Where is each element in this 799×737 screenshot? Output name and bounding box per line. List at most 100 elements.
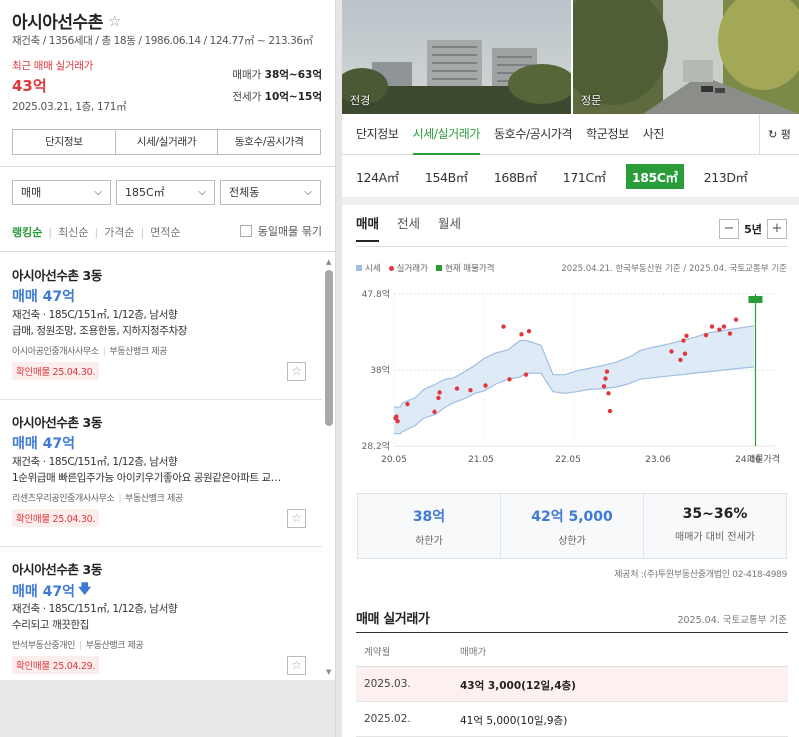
- deal-point: [682, 351, 688, 356]
- complex-summary: 아시아선수촌 ☆ 재건축 / 1356세대 / 총 18동 / 1986.06.…: [0, 0, 335, 166]
- area-option[interactable]: 168B㎡: [488, 164, 543, 189]
- listing-agent: 반석부동산중개인 | 부동산뱅크 제공: [12, 638, 144, 651]
- listing-price-text: 매매 47억: [12, 436, 75, 452]
- period-increase-button[interactable]: +: [767, 219, 787, 239]
- sale-price-range: 매매가 38억~63억: [232, 67, 322, 82]
- jeonse-range-value: 10억~15억: [264, 91, 322, 103]
- group-label: 동일매물 묶기: [257, 225, 322, 238]
- listing-spec: 재건축 · 185C/151㎡, 1/12층, 남서향: [12, 603, 178, 615]
- area-option[interactable]: 171C㎡: [557, 164, 612, 189]
- provider-name: 부동산뱅크 제공: [125, 494, 183, 504]
- jeonse-price-range: 전세가 10억~15억: [232, 89, 322, 104]
- tab-unit-official-price[interactable]: 동호수/공시가격: [218, 130, 320, 154]
- legend-item: 실거래가: [388, 262, 428, 274]
- sort-ranking[interactable]: 랭킹순: [12, 224, 42, 240]
- table-row[interactable]: 2025.03. 43억 3,000(12일,4층): [356, 667, 788, 702]
- price-chart[interactable]: 47.8억38억28.2억20.05 21.05 22.05 23.06 24.06매물…: [350, 282, 793, 470]
- listing-spec: 재건축 · 185C/151㎡, 1/12층, 남서향: [12, 309, 178, 321]
- scroll-thumb[interactable]: [325, 270, 333, 426]
- area-option[interactable]: 124A㎡: [350, 164, 405, 189]
- deal-point: [405, 401, 410, 407]
- deal-point: [604, 369, 610, 374]
- deal-point: [432, 409, 437, 415]
- list-item[interactable]: 아시아선수촌 3동 매매 47억 재건축 · 185C/151㎡, 1/12층,…: [0, 253, 322, 400]
- dong-select[interactable]: 전체동 ⌵: [220, 180, 321, 205]
- detail-tab-bar: 단지정보 시세/실거래가 동호수/공시가격 학군정보 사진 ↻ 평: [342, 114, 799, 155]
- area-option[interactable]: 213D㎡: [698, 164, 754, 189]
- tab-market-price[interactable]: 시세/실거래가: [412, 114, 480, 155]
- confirmed-badge: 확인매물 25.04.29.: [12, 656, 100, 674]
- agent-name[interactable]: 아시아공인중개사사무소: [12, 347, 99, 357]
- complex-name: 아시아선수촌: [12, 13, 103, 33]
- photo-label: 전경: [350, 94, 371, 107]
- stat-value: 38억: [412, 509, 446, 525]
- area-option-selected[interactable]: 185C㎡: [625, 163, 684, 189]
- deal-tab-underline: [356, 246, 788, 247]
- photo-overview[interactable]: 전경: [342, 0, 571, 114]
- sort-area[interactable]: 면적순: [150, 224, 180, 240]
- unit-toggle-button[interactable]: ↻ 평: [759, 114, 799, 155]
- tab-unit-official-price[interactable]: 동호수/공시가격: [494, 114, 573, 155]
- y-tick-label: 47.8억: [362, 288, 390, 300]
- listing-scrollbar[interactable]: ▲ ▼: [325, 258, 333, 676]
- deal-point: [437, 390, 442, 395]
- legend-label: 실거래가: [396, 264, 428, 274]
- trade-type-select[interactable]: 매매 ⌵: [12, 180, 111, 205]
- market-price-band: [394, 325, 754, 434]
- sort-latest[interactable]: 최신순: [58, 224, 88, 240]
- group-checkbox[interactable]: [239, 225, 252, 237]
- listing-price-text: 매매 47억: [12, 584, 75, 600]
- area-select[interactable]: 185C㎡ ⌵: [116, 180, 215, 205]
- column-month: 계약월: [364, 647, 391, 658]
- period-decrease-button[interactable]: −: [719, 219, 739, 239]
- agent-name[interactable]: 반석부동산중개인: [12, 641, 75, 651]
- tab-market-price[interactable]: 시세/실거래가: [116, 130, 219, 154]
- data-source: 제공처 :(주)투윈부동산중개법인 02-418-4989: [614, 570, 787, 580]
- group-same-listings[interactable]: 동일매물 묶기: [239, 223, 322, 239]
- list-item[interactable]: 아시아선수촌 3동 매매 47억 재건축 · 185C/151㎡, 1/12층,…: [0, 400, 322, 547]
- area-select-value: 185C㎡: [125, 186, 165, 199]
- scroll-down-icon[interactable]: ▼: [326, 668, 331, 676]
- tab-photos[interactable]: 사진: [643, 114, 665, 155]
- legend-item: 시세: [356, 262, 381, 274]
- deal-point: [669, 349, 674, 354]
- bookmark-star-icon[interactable]: ☆: [287, 509, 306, 528]
- deal-point: [678, 357, 683, 363]
- price-stats: 38억 하한가 42억 5,000 상한가 35~36% 매매가 대비 전세가: [357, 493, 787, 559]
- deal-point: [454, 386, 460, 391]
- bookmark-star-icon[interactable]: ☆: [287, 656, 306, 675]
- favorite-star-icon[interactable]: ☆: [108, 12, 121, 30]
- chevron-down-icon: ⌵: [198, 187, 206, 198]
- agent-name[interactable]: 리센츠우리공인중개사사무소: [12, 494, 115, 504]
- listing-list: 아시아선수촌 3동 매매 47억 재건축 · 185C/151㎡, 1/12층,…: [0, 253, 335, 680]
- sort-price[interactable]: 가격순: [104, 224, 134, 240]
- section-gap: [342, 197, 799, 205]
- table-row[interactable]: 2025.02. 41억 5,000(10일,9층): [356, 702, 788, 737]
- deal-point: [436, 395, 441, 401]
- deal-tab-jeonse[interactable]: 전세: [397, 213, 420, 242]
- deal-point: [483, 383, 488, 388]
- tab-school-info[interactable]: 학군정보: [586, 114, 629, 155]
- sort-options: 랭킹순 | 최신순 | 가격순 | 면적순: [12, 224, 187, 240]
- tab-complex-info[interactable]: 단지정보: [13, 130, 116, 154]
- deals-table-header: 계약월 매매가: [356, 632, 788, 667]
- area-option[interactable]: 154B㎡: [419, 164, 474, 189]
- scroll-up-icon[interactable]: ▲: [326, 258, 331, 266]
- tab-complex-info[interactable]: 단지정보: [356, 114, 399, 155]
- jeonse-range-label: 전세가: [232, 91, 262, 103]
- x-tick-label: 22.05: [555, 455, 581, 465]
- photo-gate[interactable]: 정문: [573, 0, 799, 114]
- deals-basis: 2025.04. 국토교통부 기준: [677, 615, 787, 626]
- list-item[interactable]: 아시아선수촌 3동 매매 47억 🡇 재건축 · 185C/151㎡, 1/12층…: [0, 547, 322, 680]
- provider-name: 부동산뱅크 제공: [109, 347, 167, 357]
- deal-tab-monthly[interactable]: 월세: [438, 213, 461, 242]
- deal-price: 41억 5,000(10일,9층): [460, 715, 568, 727]
- listing-description: 1순위급매 빠른입주가능 아이키우기좋아요 공원같은아파트 교…: [12, 472, 281, 484]
- confirmed-badge: 확인매물 25.04.30.: [12, 509, 100, 527]
- y-tick-label: 28.2억: [362, 440, 390, 452]
- deal-tab-sale[interactable]: 매매: [356, 213, 380, 242]
- bookmark-star-icon[interactable]: ☆: [287, 362, 306, 381]
- deal-point: [523, 372, 529, 377]
- deals-section-title: 매매 실거래가: [356, 612, 430, 627]
- recent-deal-date: 2025.03.21, 1층, 171㎡: [12, 101, 127, 113]
